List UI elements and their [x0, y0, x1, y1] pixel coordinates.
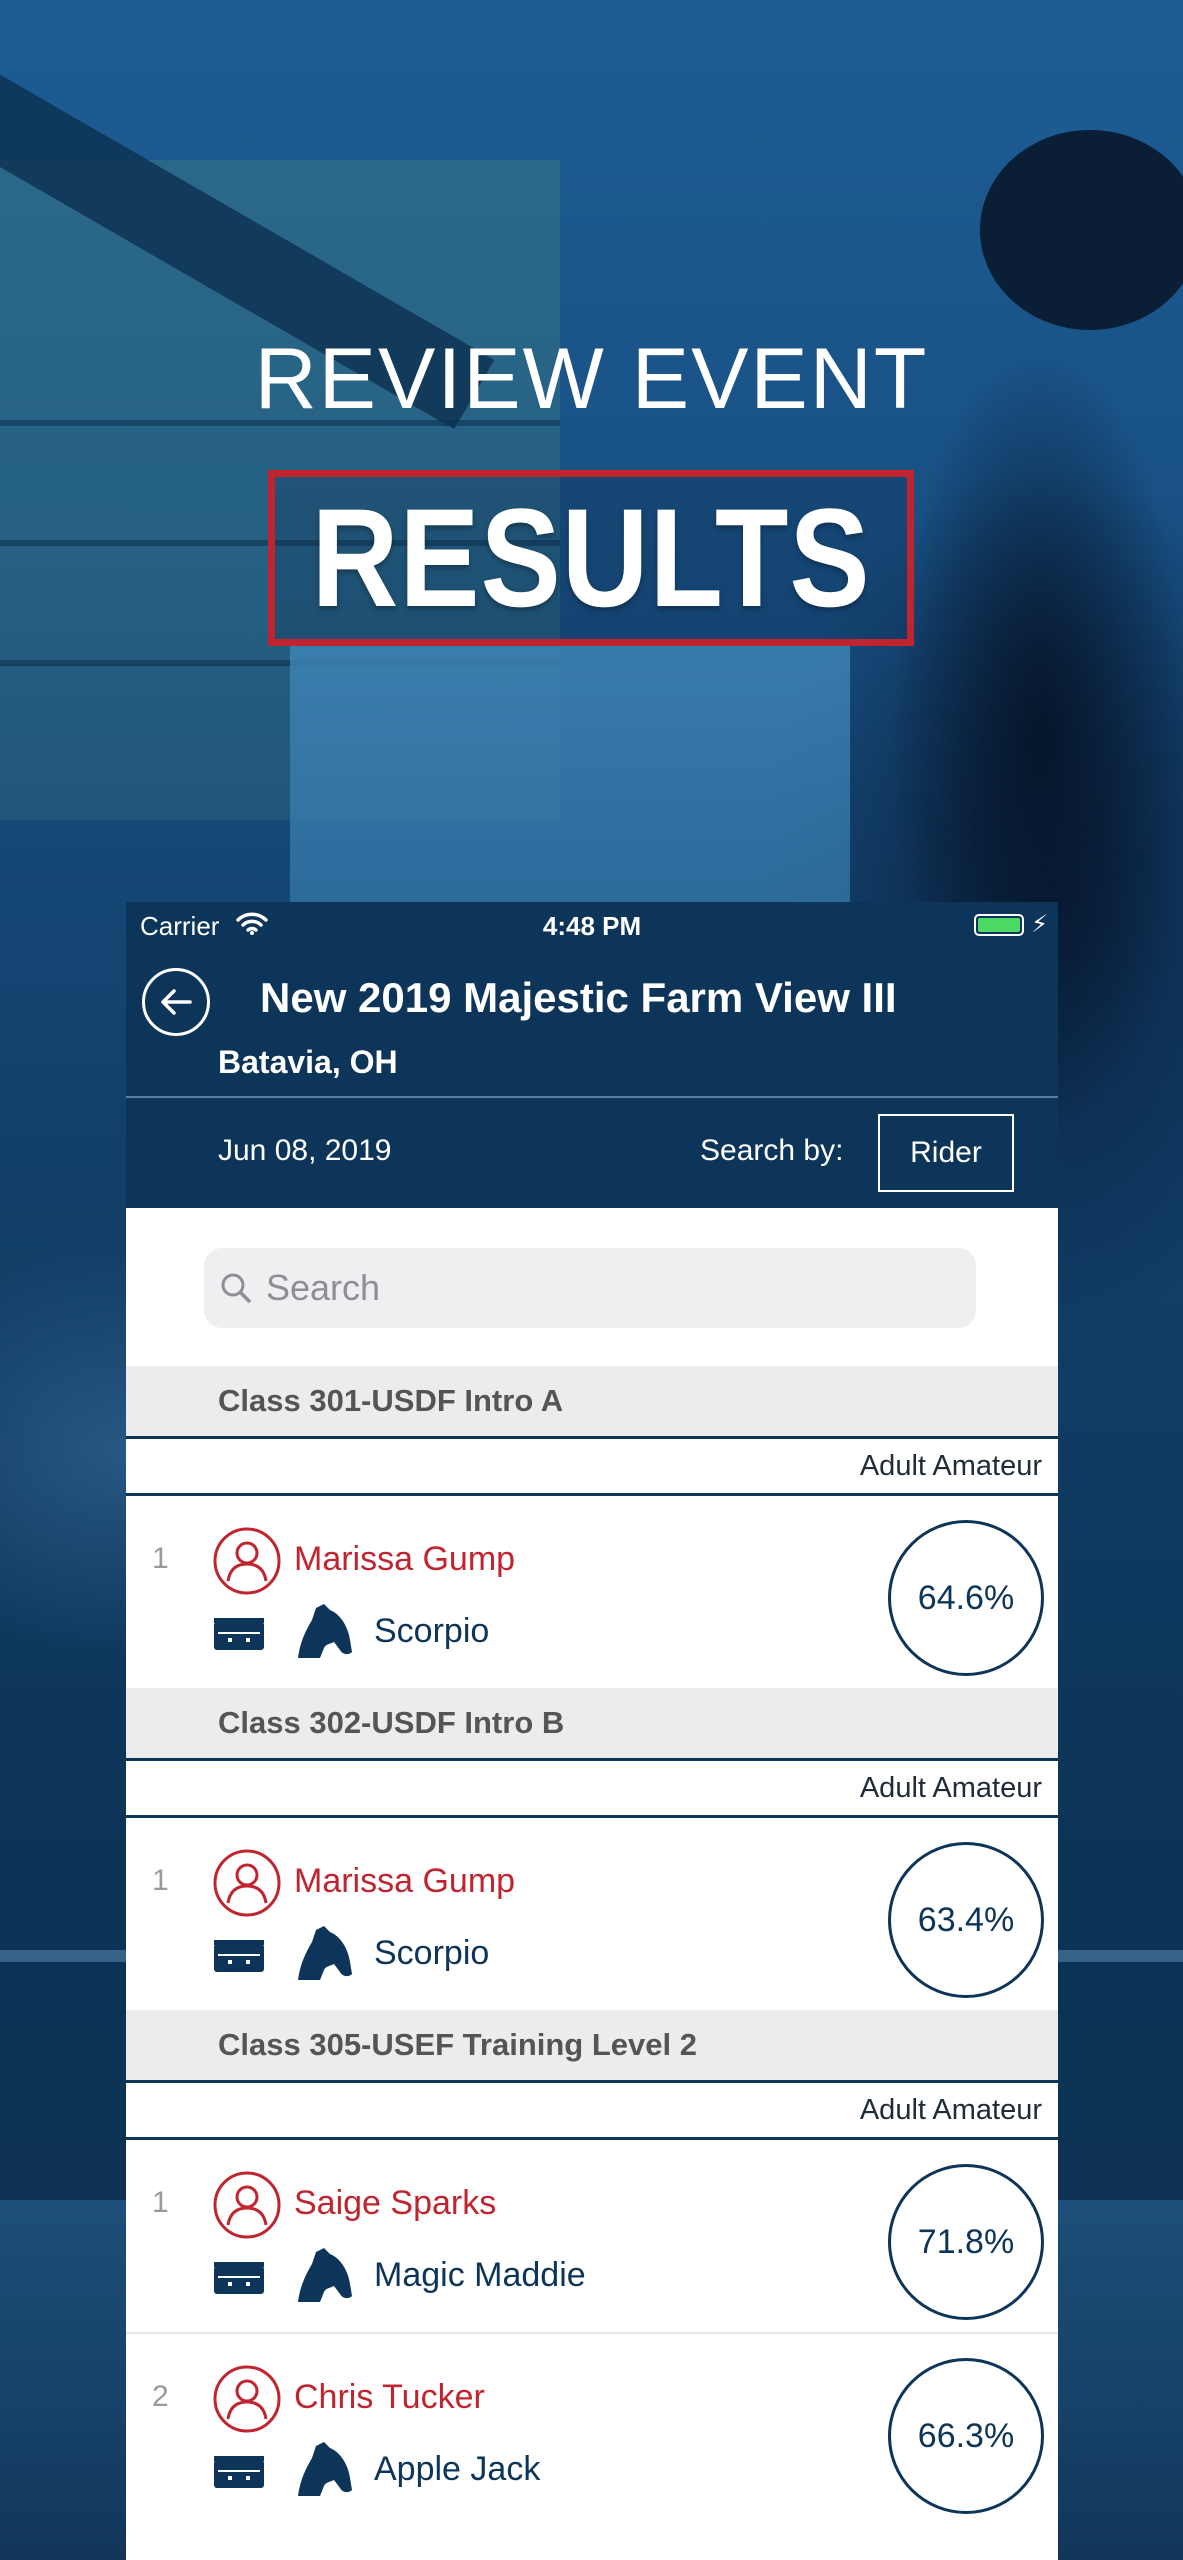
rider-name[interactable]: Chris Tucker: [294, 2378, 485, 2417]
search-by-rider-button[interactable]: Rider: [878, 1114, 1014, 1192]
horse-icon: [294, 1922, 354, 1987]
result-row[interactable]: 2 Chris Tucker Apple Jack 66.3%: [126, 2332, 1058, 2524]
event-location: Batavia, OH: [218, 1044, 398, 1080]
class-header: Class 305-USEF Training Level 2: [126, 2010, 1058, 2080]
result-row[interactable]: 1 Marissa Gump Scorpio 63.4%: [126, 1818, 1058, 2010]
back-button[interactable]: [142, 968, 210, 1036]
placing: 2: [152, 2380, 169, 2413]
status-bar: Carrier 4:48 PM ⚡: [126, 902, 1058, 948]
rider-name[interactable]: Saige Sparks: [294, 2184, 496, 2223]
rider-icon: [212, 1526, 282, 1601]
class-header: Class 302-USDF Intro B: [126, 1688, 1058, 1758]
search-icon: [221, 1273, 251, 1303]
navigation-bar: New 2019 Majestic Farm View III Batavia,…: [126, 948, 1058, 1098]
horse-name[interactable]: Magic Maddie: [374, 2256, 586, 2295]
back-arrow-icon: [161, 989, 192, 1015]
filter-bar: Jun 08, 2019 Search by: Rider: [126, 1098, 1058, 1208]
horse-name[interactable]: Scorpio: [374, 1612, 489, 1651]
event-title: New 2019 Majestic Farm View III: [260, 974, 897, 1021]
horse-icon: [294, 2438, 354, 2503]
horse-icon: [294, 2244, 354, 2309]
division-label: Adult Amateur: [126, 2080, 1058, 2140]
trailer-icon: [212, 1936, 266, 1981]
score-badge[interactable]: 66.3%: [888, 2358, 1044, 2514]
results-list: Class 301-USDF Intro A Adult Amateur 1 Ma…: [126, 1366, 1058, 2524]
score-badge[interactable]: 71.8%: [888, 2164, 1044, 2320]
result-row[interactable]: 1 Saige Sparks Magic Maddie 71.8%: [126, 2140, 1058, 2332]
placing: 1: [152, 1542, 169, 1575]
trailer-icon: [212, 2258, 266, 2303]
hero-title-box: RESULTS: [268, 470, 914, 646]
rider-icon: [212, 2170, 282, 2245]
trailer-icon: [212, 1614, 266, 1659]
search-input[interactable]: [266, 1267, 946, 1309]
status-time: 4:48 PM: [542, 911, 642, 941]
score-badge[interactable]: 63.4%: [888, 1842, 1044, 1998]
division-label: Adult Amateur: [126, 1758, 1058, 1818]
search-box[interactable]: [204, 1248, 976, 1328]
horse-icon: [294, 1600, 354, 1665]
hero-title: RESULTS: [311, 479, 871, 636]
division-label: Adult Amateur: [126, 1436, 1058, 1496]
rider-icon: [212, 1848, 282, 1923]
result-row[interactable]: 1 Marissa Gump Scorpio 64.6%: [126, 1496, 1058, 1688]
rider-name[interactable]: Marissa Gump: [294, 1540, 515, 1579]
search-by-label: Search by:: [700, 1134, 844, 1167]
charging-icon: ⚡: [1031, 911, 1048, 938]
rider-icon: [212, 2364, 282, 2439]
battery-icon: [974, 914, 1024, 936]
search-section: [126, 1208, 1058, 1366]
phone-screen: Carrier 4:48 PM ⚡ New 2019 Majestic Farm…: [126, 902, 1058, 2560]
placing: 1: [152, 1864, 169, 1897]
placing: 1: [152, 2186, 169, 2219]
event-date: Jun 08, 2019: [218, 1134, 392, 1167]
trailer-icon: [212, 2452, 266, 2497]
rider-name[interactable]: Marissa Gump: [294, 1862, 515, 1901]
class-header: Class 301-USDF Intro A: [126, 1366, 1058, 1436]
score-badge[interactable]: 64.6%: [888, 1520, 1044, 1676]
horse-name[interactable]: Scorpio: [374, 1934, 489, 1973]
horse-name[interactable]: Apple Jack: [374, 2450, 540, 2489]
hero-subtitle: REVIEW EVENT: [254, 331, 929, 427]
